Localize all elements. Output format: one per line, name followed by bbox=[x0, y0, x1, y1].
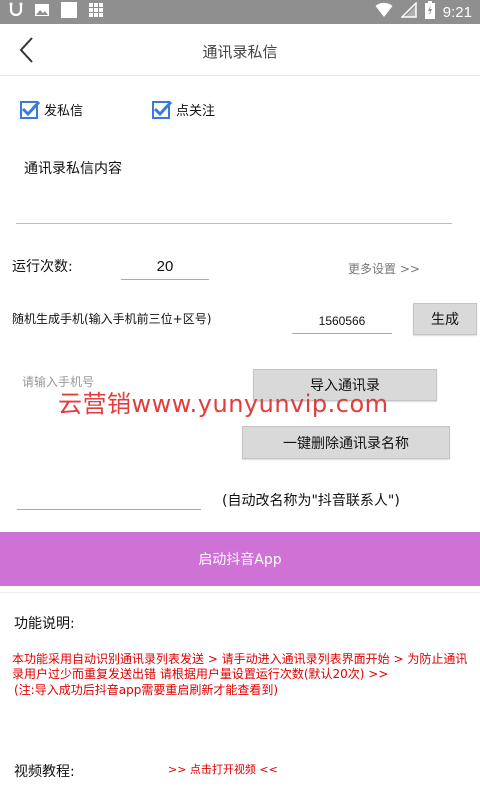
description-note: (注:导入成功后抖音app需要重启刷新才能查看到) bbox=[14, 683, 278, 697]
follow-checkbox[interactable]: 点关注 bbox=[152, 100, 215, 119]
divider bbox=[0, 592, 480, 593]
status-time: 9:21 bbox=[442, 3, 472, 21]
delete-contact-names-button[interactable]: 一键删除通讯录名称 bbox=[242, 426, 450, 459]
send-dm-label: 发私信 bbox=[44, 104, 84, 119]
message-content-label: 通讯录私信内容 bbox=[24, 161, 122, 177]
message-content-input[interactable] bbox=[16, 198, 452, 224]
page-title: 通讯录私信 bbox=[202, 43, 278, 61]
video-tutorial-label: 视频教程: bbox=[14, 764, 75, 780]
square-icon bbox=[60, 1, 78, 23]
image-icon bbox=[34, 2, 50, 22]
generator-label: 随机生成手机(输入手机前三位+区号) bbox=[12, 312, 212, 326]
description-label: 功能说明: bbox=[14, 616, 75, 632]
checkbox-box bbox=[152, 100, 173, 119]
launch-douyin-button[interactable]: 启动抖音App bbox=[0, 532, 480, 586]
run-count-input[interactable] bbox=[121, 254, 209, 280]
checkmark-icon bbox=[153, 100, 173, 116]
app-header: 通讯录私信 bbox=[0, 24, 480, 76]
checkmark-icon bbox=[21, 100, 41, 116]
status-bar-right: 9:21 bbox=[375, 1, 472, 23]
generate-button[interactable]: 生成 bbox=[413, 303, 477, 335]
battery-icon bbox=[424, 1, 435, 23]
run-count-label: 运行次数: bbox=[12, 259, 73, 275]
checkbox-box bbox=[20, 100, 41, 119]
description-text: 本功能采用自动识别通讯录列表发送 > 请手动进入通讯录列表界面开始 > 为防止通… bbox=[12, 652, 468, 681]
watermark-text: 云营销www.yunyunvip.com bbox=[58, 390, 389, 418]
rename-input[interactable] bbox=[17, 486, 201, 510]
status-bar: 9:21 bbox=[0, 0, 480, 24]
grid-icon bbox=[88, 2, 104, 22]
follow-label: 点关注 bbox=[176, 104, 216, 119]
notification-icon bbox=[8, 2, 24, 22]
signal-icon bbox=[399, 1, 417, 22]
phone-prefix-input[interactable] bbox=[292, 308, 392, 334]
rename-note: (自动改名称为"抖音联系人") bbox=[222, 493, 400, 509]
more-settings-link[interactable]: 更多设置 >> bbox=[348, 260, 420, 277]
wifi-icon bbox=[375, 2, 393, 22]
send-dm-checkbox[interactable]: 发私信 bbox=[20, 100, 83, 119]
open-video-link[interactable]: >> 点击打开视频 << bbox=[168, 761, 278, 777]
status-bar-left bbox=[8, 1, 104, 23]
